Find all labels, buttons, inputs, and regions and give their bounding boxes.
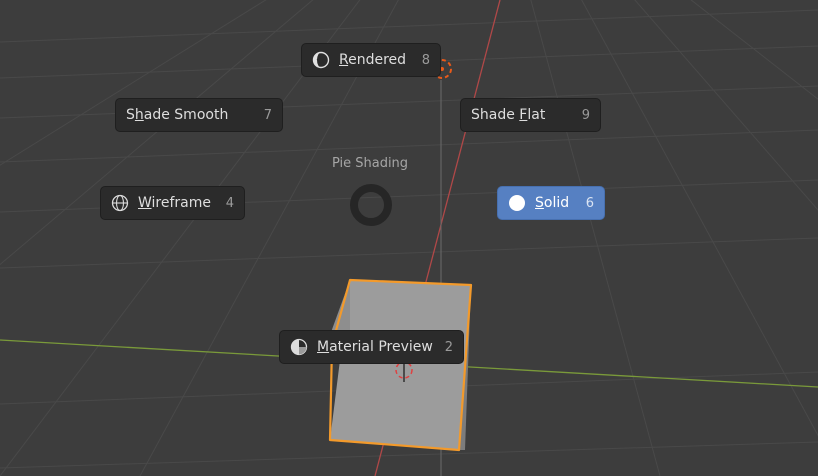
shortcut-key: 8 xyxy=(421,52,430,68)
rendered-shading-icon xyxy=(312,51,330,69)
cube-object[interactable] xyxy=(328,278,473,452)
shortcut-key: 6 xyxy=(585,195,594,211)
shortcut-key: 4 xyxy=(225,195,234,211)
shortcut-key: 2 xyxy=(444,339,453,355)
pie-menu-title: Pie Shading xyxy=(331,156,409,171)
pie-center-ring-icon xyxy=(350,184,392,226)
pie-item-wireframe[interactable]: Wireframe 4 xyxy=(100,186,245,220)
pie-item-solid[interactable]: Solid 6 xyxy=(497,186,605,220)
pie-item-shade-smooth[interactable]: Shade Smooth 7 xyxy=(115,98,283,132)
wireframe-shading-icon xyxy=(111,194,129,212)
pie-item-label: Wireframe xyxy=(138,195,212,211)
pie-item-label: Solid xyxy=(535,195,570,211)
solid-shading-icon xyxy=(508,194,526,212)
pie-item-label: Rendered xyxy=(339,52,407,68)
pie-item-label: Shade Flat xyxy=(471,107,546,123)
pie-item-material-preview[interactable]: Material Preview 2 xyxy=(279,330,464,364)
pie-item-shade-flat[interactable]: Shade Flat 9 xyxy=(460,98,601,132)
pie-item-label: Shade Smooth xyxy=(126,107,229,123)
pie-item-rendered[interactable]: Rendered 8 xyxy=(301,43,441,77)
shortcut-key: 9 xyxy=(581,107,590,123)
shortcut-key: 7 xyxy=(263,107,272,123)
pie-item-label: Material Preview xyxy=(317,339,433,355)
material-preview-shading-icon xyxy=(290,338,308,356)
